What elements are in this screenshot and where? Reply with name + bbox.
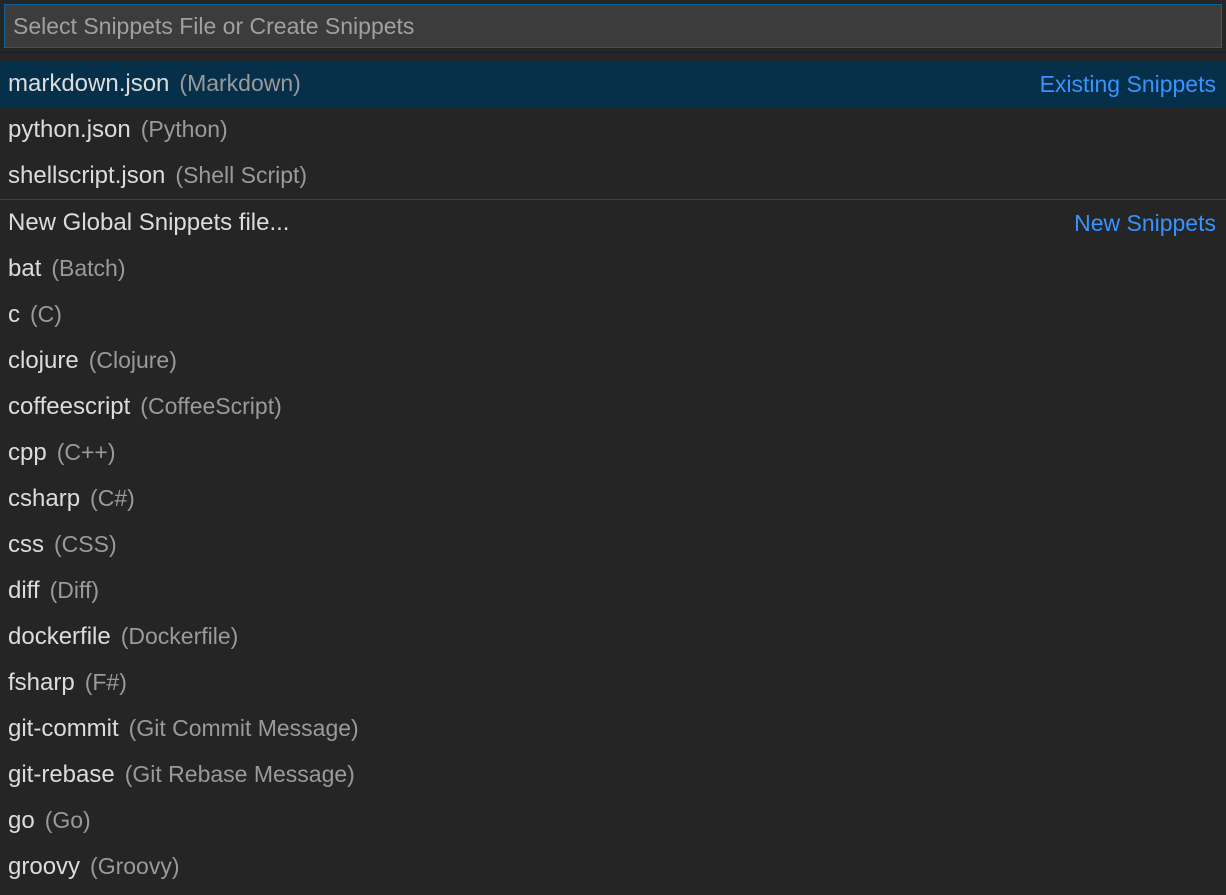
item-label: clojure	[8, 347, 79, 375]
item-description: (Markdown)	[179, 70, 300, 97]
item-description: (C++)	[57, 439, 116, 466]
item-description: (CSS)	[54, 531, 117, 558]
snippets-search-input[interactable]	[4, 4, 1222, 48]
item-description: (Go)	[45, 807, 91, 834]
row-left: markdown.json (Markdown)	[8, 70, 301, 98]
item-description: (Python)	[141, 116, 228, 143]
row-left: diff (Diff)	[8, 577, 99, 605]
snippet-item-bat[interactable]: bat (Batch)	[0, 246, 1226, 292]
snippet-item-python[interactable]: python.json (Python)	[0, 107, 1226, 153]
item-label: New Global Snippets file...	[8, 209, 289, 237]
item-label: python.json	[8, 116, 131, 144]
snippet-item-shellscript[interactable]: shellscript.json (Shell Script)	[0, 153, 1226, 199]
item-description: (Clojure)	[89, 347, 177, 374]
snippet-item-git-commit[interactable]: git-commit (Git Commit Message)	[0, 706, 1226, 752]
snippet-item-fsharp[interactable]: fsharp (F#)	[0, 660, 1226, 706]
item-description: (Batch)	[51, 255, 125, 282]
item-label: groovy	[8, 853, 80, 881]
row-left: shellscript.json (Shell Script)	[8, 162, 307, 190]
section-existing-label: Existing Snippets	[1040, 71, 1216, 98]
row-left: git-rebase (Git Rebase Message)	[8, 761, 355, 789]
item-label: go	[8, 807, 35, 835]
row-left: fsharp (F#)	[8, 669, 127, 697]
row-left: c (C)	[8, 301, 62, 329]
item-description: (Shell Script)	[175, 162, 307, 189]
snippet-item-css[interactable]: css (CSS)	[0, 522, 1226, 568]
snippet-item-diff[interactable]: diff (Diff)	[0, 568, 1226, 614]
item-description: (Dockerfile)	[121, 623, 239, 650]
results-list: markdown.json (Markdown) Existing Snippe…	[0, 53, 1226, 890]
item-label: csharp	[8, 485, 80, 513]
snippet-item-git-rebase[interactable]: git-rebase (Git Rebase Message)	[0, 752, 1226, 798]
item-label: dockerfile	[8, 623, 111, 651]
item-label: git-rebase	[8, 761, 115, 789]
item-label: fsharp	[8, 669, 75, 697]
snippet-item-csharp[interactable]: csharp (C#)	[0, 476, 1226, 522]
item-description: (Git Commit Message)	[129, 715, 359, 742]
item-label: c	[8, 301, 20, 329]
snippet-item-dockerfile[interactable]: dockerfile (Dockerfile)	[0, 614, 1226, 660]
item-label: cpp	[8, 439, 47, 467]
item-description: (Diff)	[50, 577, 99, 604]
item-description: (CoffeeScript)	[140, 393, 281, 420]
snippet-item-groovy[interactable]: groovy (Groovy)	[0, 844, 1226, 890]
snippet-item-cpp[interactable]: cpp (C++)	[0, 430, 1226, 476]
item-description: (C#)	[90, 485, 135, 512]
row-left: csharp (C#)	[8, 485, 135, 513]
item-label: coffeescript	[8, 393, 130, 421]
new-global-snippets-item[interactable]: New Global Snippets file... New Snippets	[0, 200, 1226, 246]
row-left: New Global Snippets file...	[8, 209, 299, 237]
snippet-item-c[interactable]: c (C)	[0, 292, 1226, 338]
row-left: go (Go)	[8, 807, 91, 835]
search-wrapper	[0, 0, 1226, 53]
row-left: dockerfile (Dockerfile)	[8, 623, 238, 651]
row-left: css (CSS)	[8, 531, 117, 559]
item-description: (Git Rebase Message)	[125, 761, 355, 788]
quickpick-container: markdown.json (Markdown) Existing Snippe…	[0, 0, 1226, 890]
item-label: git-commit	[8, 715, 119, 743]
row-left: groovy (Groovy)	[8, 853, 180, 881]
item-label: bat	[8, 255, 41, 283]
snippet-item-go[interactable]: go (Go)	[0, 798, 1226, 844]
item-label: shellscript.json	[8, 162, 165, 190]
row-left: cpp (C++)	[8, 439, 116, 467]
item-description: (C)	[30, 301, 62, 328]
row-left: python.json (Python)	[8, 116, 228, 144]
snippet-item-markdown[interactable]: markdown.json (Markdown) Existing Snippe…	[0, 61, 1226, 107]
item-label: markdown.json	[8, 70, 169, 98]
item-description: (F#)	[85, 669, 127, 696]
snippet-item-coffeescript[interactable]: coffeescript (CoffeeScript)	[0, 384, 1226, 430]
item-label: diff	[8, 577, 40, 605]
snippet-item-clojure[interactable]: clojure (Clojure)	[0, 338, 1226, 384]
item-description: (Groovy)	[90, 853, 179, 880]
row-left: coffeescript (CoffeeScript)	[8, 393, 282, 421]
section-new-label: New Snippets	[1074, 210, 1216, 237]
row-left: bat (Batch)	[8, 255, 126, 283]
item-label: css	[8, 531, 44, 559]
row-left: git-commit (Git Commit Message)	[8, 715, 359, 743]
row-left: clojure (Clojure)	[8, 347, 177, 375]
